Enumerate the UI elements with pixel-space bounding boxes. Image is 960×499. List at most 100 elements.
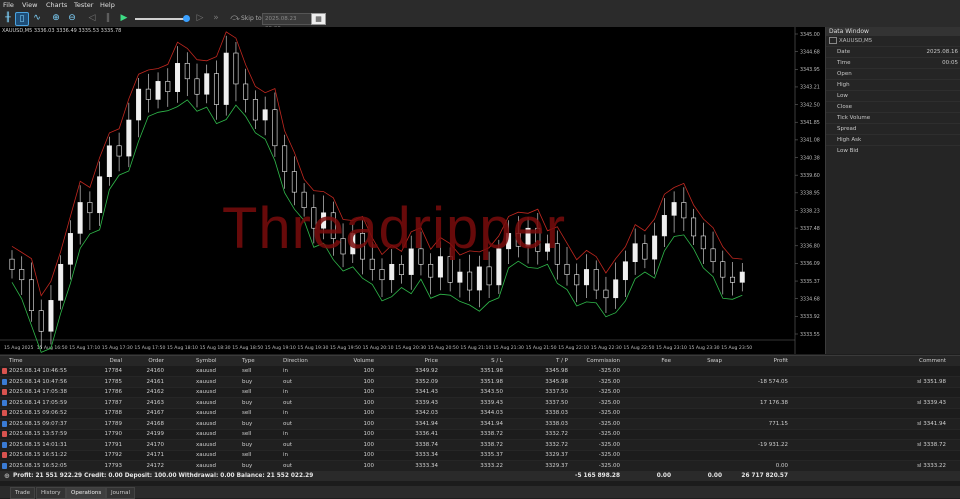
fast-forward-icon[interactable]: »	[210, 12, 222, 24]
table-row[interactable]: 2025.08.15 14:01:31 17791 24170 xauusd buy ou…	[0, 439, 960, 451]
history-table: Time Deal Order Symbol Type Direction Volume Pr…	[0, 355, 960, 487]
column-header[interactable]: Fee	[630, 356, 671, 366]
menu-help[interactable]: Help	[100, 0, 115, 10]
column-header[interactable]: Price	[400, 356, 438, 366]
table-cell: xauusd	[196, 420, 216, 427]
candle-body	[652, 235, 658, 260]
table-cell: xauusd	[196, 368, 216, 374]
data-window-key: High	[837, 82, 850, 88]
line-chart-icon[interactable]: ∿	[31, 12, 43, 24]
column-header[interactable]: Volume	[336, 356, 374, 366]
table-cell: 2025.08.15 09:07:37	[9, 420, 67, 427]
table-row[interactable]: 2025.08.15 09:07:37 17789 24168 xauusd buy ou…	[0, 418, 960, 430]
tab-trade[interactable]: Trade	[10, 487, 36, 499]
data-window: Data Window XAUUSD,M5 Date 2025.08.16 Time…	[825, 27, 960, 354]
candle-body	[223, 52, 229, 105]
table-cell: out	[283, 420, 293, 427]
table-row[interactable]: 2025.08.14 10:47:56 17785 24161 xauusd buy ou…	[0, 376, 960, 388]
table-cell: 3342.03	[415, 410, 438, 416]
chart-icon	[829, 37, 837, 44]
candlestick-icon[interactable]: ▯	[15, 12, 29, 26]
toolbox-tabs: Trade History Operations Journal	[0, 486, 960, 499]
step-forward-icon[interactable]: ▷	[194, 12, 206, 24]
table-cell: 17790	[104, 431, 123, 437]
candle-body	[622, 261, 628, 281]
table-cell: 0.00	[775, 462, 788, 469]
column-header[interactable]: Direction	[283, 356, 323, 366]
zoom-out-icon[interactable]: ⊖	[66, 12, 78, 24]
table-cell: -325.00	[598, 389, 620, 395]
table-cell: in	[283, 368, 289, 374]
column-header[interactable]: S / L	[466, 356, 503, 366]
data-window-key: Open	[837, 71, 852, 77]
column-header[interactable]: Type	[242, 356, 272, 366]
table-cell: in	[283, 389, 289, 395]
table-row[interactable]: 2025.08.15 13:57:59 17790 24199 xauusd sell i…	[0, 429, 960, 440]
price-label: 3345.00	[800, 32, 820, 38]
time-label: 15 Aug 18:50	[232, 345, 263, 351]
table-cell: 17785	[104, 378, 123, 385]
data-window-row: Time 00:05	[826, 57, 960, 68]
candle-body	[661, 215, 667, 237]
skip-icon[interactable]: ⤼	[229, 12, 241, 24]
candle-body	[632, 243, 638, 263]
candle-body	[145, 88, 151, 100]
tab-operations[interactable]: Operations	[66, 487, 107, 499]
table-row[interactable]: 2025.08.14 10:46:55 17784 24160 xauusd sell i…	[0, 366, 960, 377]
summary-text: Profit: 21 551 922.29 Credit: 0.00 Depos…	[13, 473, 314, 479]
candle-body	[233, 52, 239, 85]
column-header[interactable]: Commission	[562, 356, 620, 366]
column-header[interactable]: Comment	[880, 356, 946, 366]
bar-chart-icon[interactable]: ╫	[2, 12, 14, 24]
tab-journal[interactable]: Journal	[106, 487, 136, 499]
table-cell: 2025.08.15 14:01:31	[9, 441, 67, 448]
table-cell: buy	[242, 420, 253, 427]
price-chart[interactable]: XAUUSD,M5 3336.03 3336.49 3335.53 3335.7…	[0, 27, 825, 354]
tab-history[interactable]: History	[36, 487, 66, 499]
skip-to-date-input[interactable]: 2025.08.23 00:00	[262, 13, 312, 32]
menu-bar: File View Charts Tester Help	[0, 0, 960, 10]
column-header[interactable]: Order	[124, 356, 164, 366]
pause-icon[interactable]: ‖	[102, 12, 114, 24]
time-label: 15 Aug 22:50	[623, 345, 654, 351]
table-cell: 3352.09	[415, 378, 438, 385]
calendar-icon[interactable]: ▦	[311, 13, 326, 25]
table-row[interactable]: 2025.08.15 16:51:22 17792 24171 xauusd sell i…	[0, 450, 960, 461]
menu-charts[interactable]: Charts	[46, 0, 67, 10]
table-cell: -325.00	[598, 410, 620, 416]
table-row[interactable]: 2025.08.14 17:05:38 17786 24162 xauusd sell i…	[0, 387, 960, 398]
data-window-row: High	[826, 79, 960, 90]
menu-file[interactable]: File	[3, 0, 14, 10]
table-cell: 2025.08.15 13:57:59	[9, 431, 67, 437]
time-label: 15 Aug 17:30	[102, 345, 133, 351]
column-header[interactable]: Deal	[82, 356, 122, 366]
table-cell: out	[283, 399, 293, 406]
speed-slider[interactable]	[135, 15, 190, 22]
table-cell: 24161	[146, 378, 165, 385]
column-header[interactable]: Time	[9, 356, 79, 366]
price-label: 3336.80	[800, 244, 820, 250]
table-row[interactable]: 2025.08.15 16:52:05 17793 24172 xauusd buy ou…	[0, 460, 960, 472]
data-window-key: High Ask	[837, 137, 862, 143]
speed-slider-handle[interactable]	[183, 15, 190, 22]
table-cell: 3333.34	[415, 452, 438, 458]
candle-body	[574, 274, 580, 286]
play-icon[interactable]: ▶	[118, 12, 130, 24]
menu-tester[interactable]: Tester	[74, 0, 93, 10]
table-cell: xauusd	[196, 441, 216, 448]
column-header[interactable]: Swap	[680, 356, 722, 366]
candle-body	[67, 233, 73, 265]
zoom-in-icon[interactable]: ⊕	[50, 12, 62, 24]
table-row[interactable]: 2025.08.14 17:05:59 17787 24163 xauusd buy ou…	[0, 397, 960, 409]
table-cell: sl 3351.98	[917, 378, 946, 385]
table-cell: buy	[242, 462, 253, 469]
step-back-icon[interactable]: ◁	[86, 12, 98, 24]
column-header[interactable]: Symbol	[196, 356, 236, 366]
table-cell: -18 574.05	[758, 378, 788, 385]
table-cell: out	[283, 441, 293, 448]
table-row[interactable]: 2025.08.15 09:06:52 17788 24167 xauusd sell i…	[0, 408, 960, 419]
menu-view[interactable]: View	[22, 0, 37, 10]
time-label: 15 Aug 19:50	[330, 345, 361, 351]
column-header[interactable]: Profit	[730, 356, 788, 366]
table-cell: -325.00	[598, 368, 620, 374]
